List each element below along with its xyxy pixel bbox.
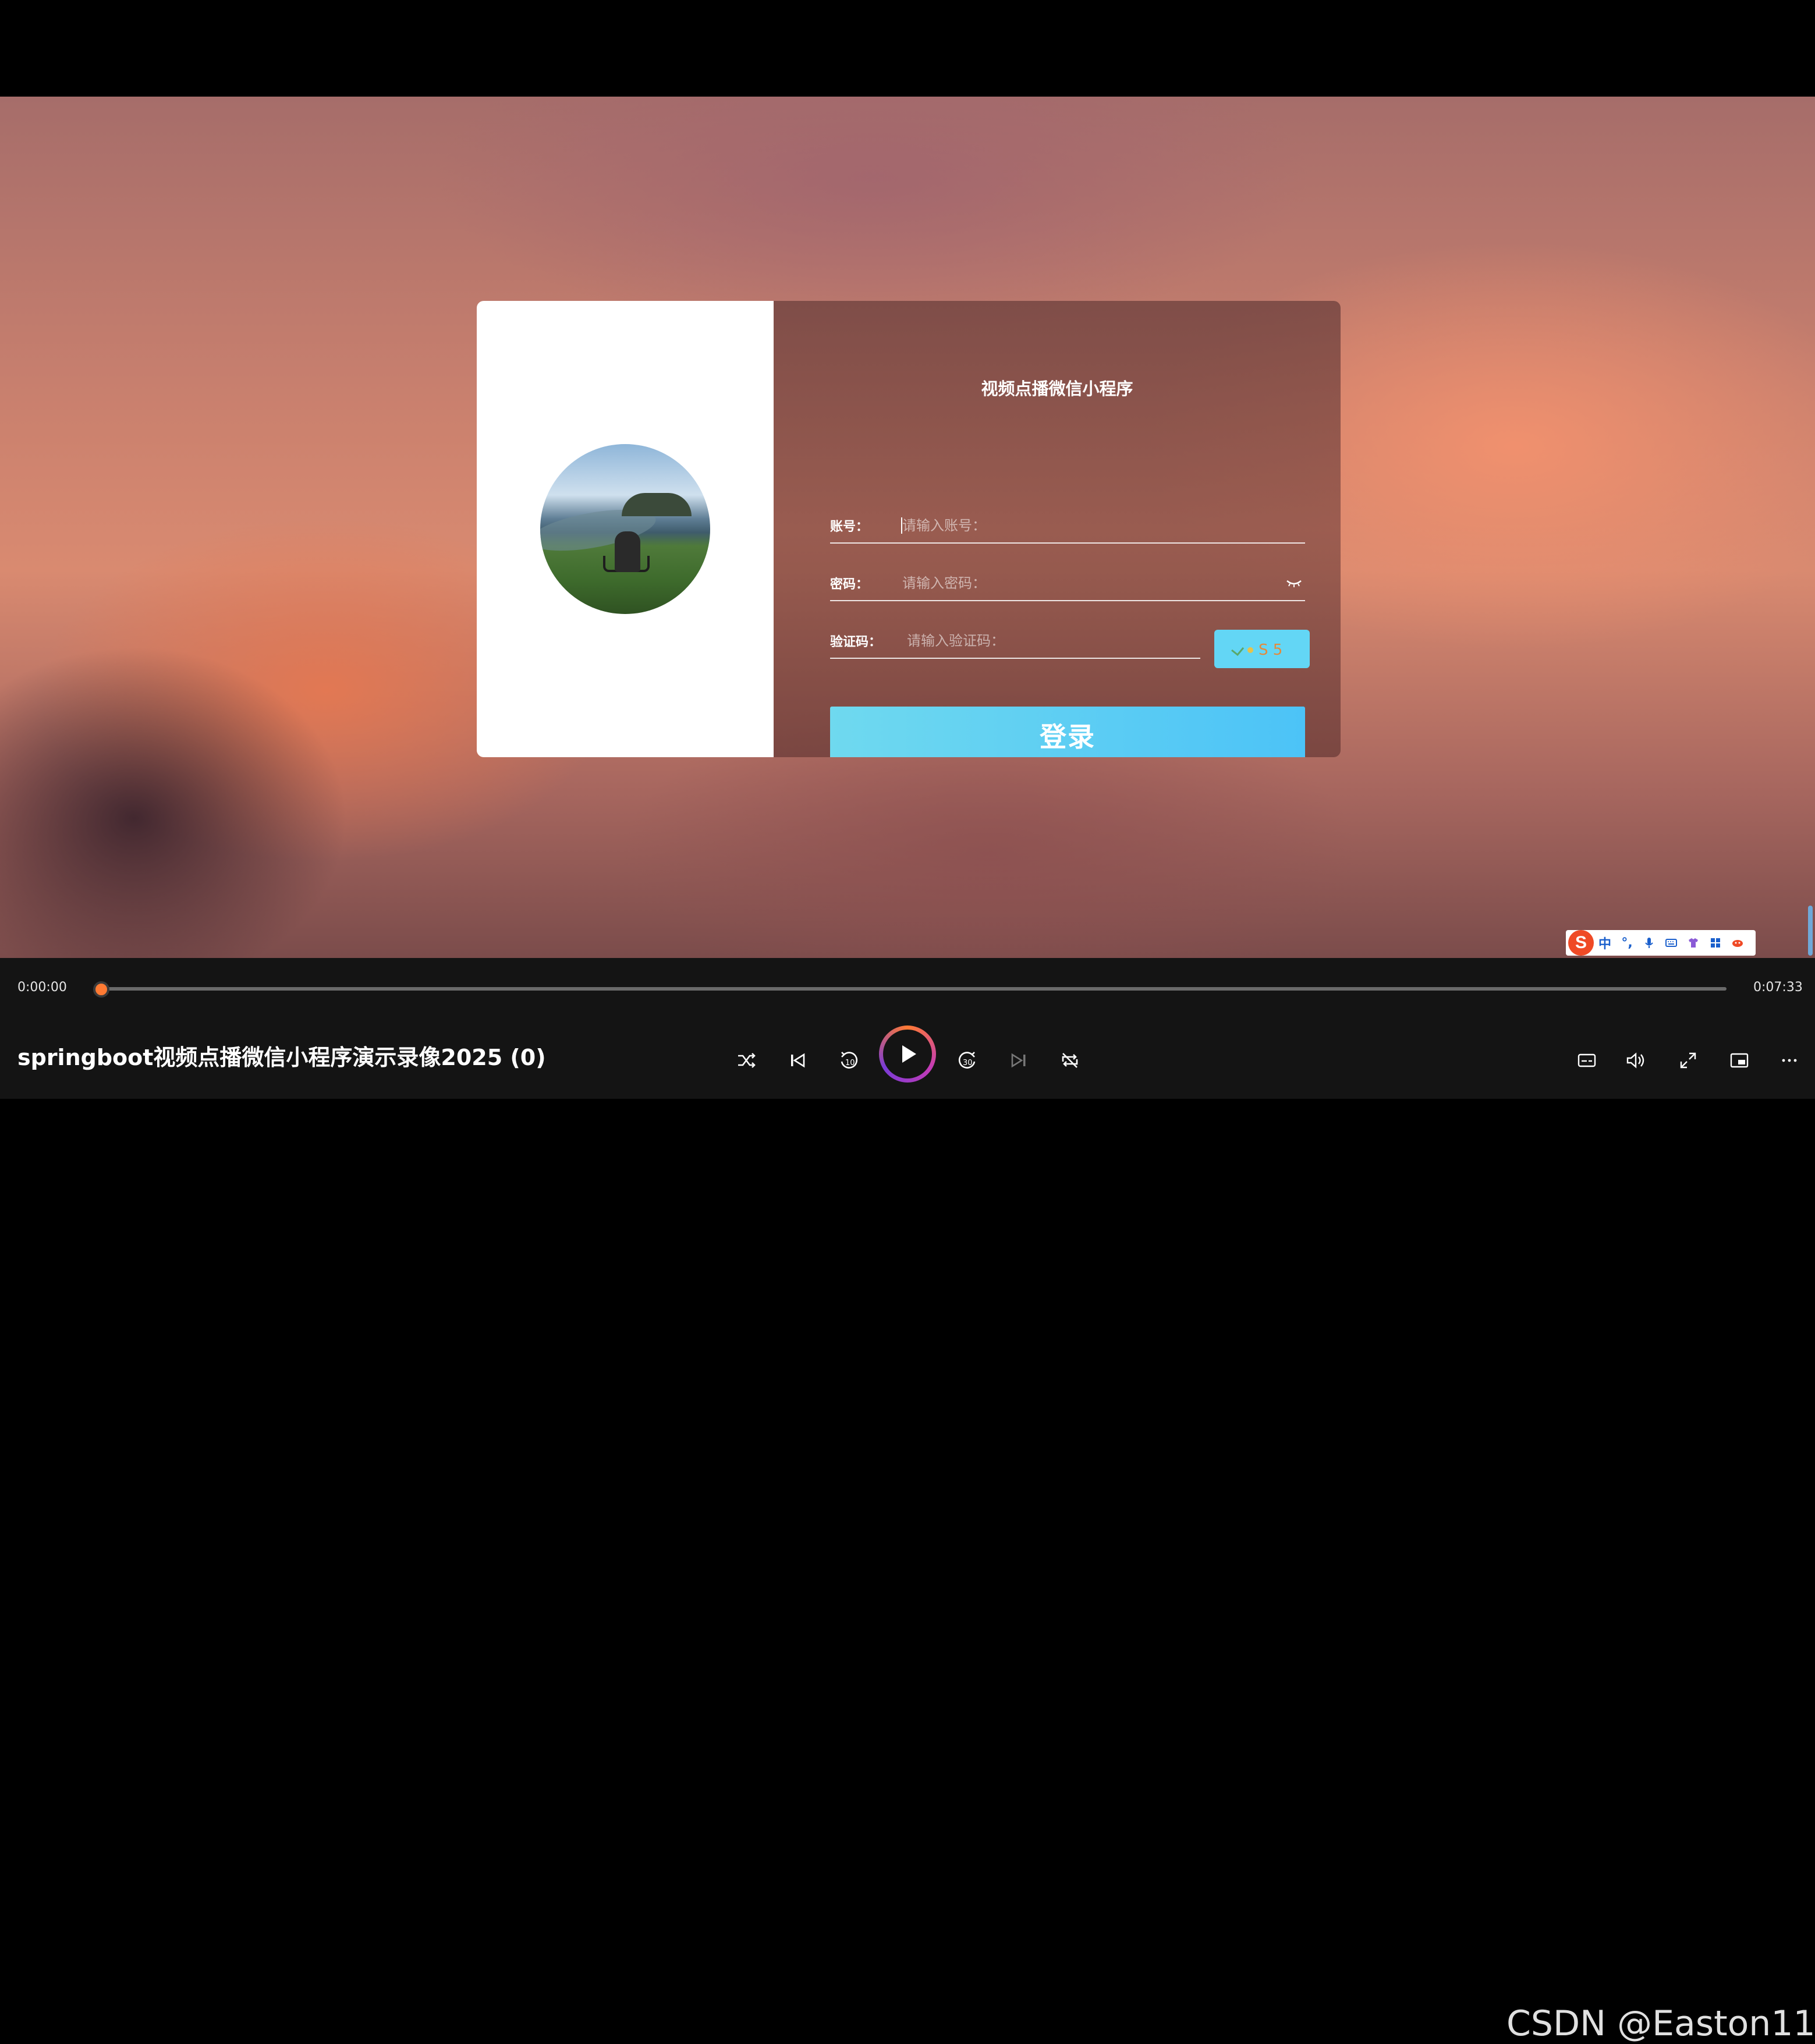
seek-bar[interactable] [101,987,1727,991]
login-card-left-panel [477,301,774,757]
ime-punctuation-toggle[interactable]: °, [1616,932,1638,953]
subtitles-icon[interactable] [1572,1045,1602,1076]
volume-icon[interactable] [1621,1045,1651,1076]
skin-shirt-icon[interactable] [1682,932,1704,953]
rewind-10-icon[interactable]: 10 [834,1045,864,1076]
account-label: 账号： [830,520,869,534]
play-icon [883,1030,932,1078]
password-input[interactable] [901,570,1285,596]
ime-toolbar: S 中 °, [1566,930,1756,956]
fullscreen-icon[interactable] [1673,1045,1703,1076]
seek-thumb[interactable] [93,981,109,998]
captcha-label: 验证码： [830,635,882,650]
account-row: 账号： [830,509,1305,544]
eye-closed-icon[interactable] [1285,577,1303,589]
scrollbar-handle[interactable] [1808,906,1813,956]
keyboard-icon[interactable] [1660,932,1682,953]
apps-grid-icon[interactable] [1704,932,1727,953]
top-letterbox [0,0,1815,97]
more-options-icon[interactable] [1774,1045,1805,1076]
avatar [540,444,710,614]
password-label: 密码： [830,577,869,592]
microphone-icon[interactable] [1638,932,1660,953]
total-time: 0:07:33 [1753,980,1803,995]
shuffle-icon[interactable] [731,1045,761,1076]
captcha-text: S 5 [1259,641,1282,659]
sogou-logo-icon[interactable]: S [1568,930,1594,956]
login-form-panel: 视频点播微信小程序 账号： 密码： 验证码： [774,301,1341,757]
mini-player-icon[interactable] [1724,1045,1754,1076]
video-frame: 视频点播微信小程序 账号： 密码： 验证码： [0,97,1815,958]
previous-track-icon[interactable] [782,1045,813,1076]
account-input[interactable] [901,513,1305,538]
repeat-off-icon[interactable] [1055,1045,1085,1076]
password-row: 密码： [830,566,1305,601]
login-card: 视频点播微信小程序 账号： 密码： 验证码： [477,301,1341,757]
rewind-seconds: 10 [845,1059,855,1067]
next-track-icon[interactable] [1004,1045,1034,1076]
video-title: springboot视频点播微信小程序演示录像2025 (0) [17,1045,546,1070]
mascot-icon[interactable] [1727,932,1749,953]
ime-mode-toggle[interactable]: 中 [1594,932,1616,953]
forward-30-icon[interactable]: 30 [952,1045,983,1076]
captcha-row: 验证码： [830,624,1200,659]
csdn-watermark: CSDN @Easton111 [1506,2003,1815,2044]
play-button[interactable] [879,1025,936,1083]
current-time: 0:00:00 [17,980,67,995]
forward-seconds: 30 [963,1059,973,1067]
captcha-image[interactable]: S 5 [1214,630,1310,668]
login-button[interactable]: 登录 [830,707,1305,757]
captcha-input[interactable] [906,628,1186,654]
app-title: 视频点播微信小程序 [981,379,1133,399]
